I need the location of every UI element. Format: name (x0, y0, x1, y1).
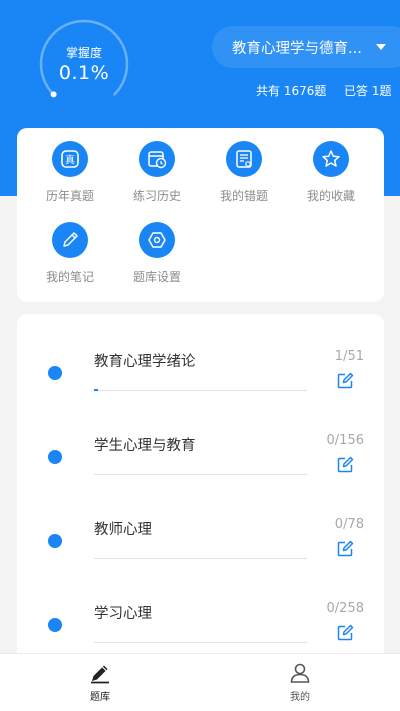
list-item[interactable]: 教育心理学绪论 1/51 (17, 322, 384, 406)
tab-label: 我的 (290, 692, 310, 703)
menu-item-past-exams[interactable]: 真 历年真题 (30, 141, 110, 204)
menu-item-favorites[interactable]: 我的收藏 (291, 141, 371, 204)
svg-text:真: 真 (65, 154, 75, 167)
subject-name: 教育心理学与德育... (232, 40, 362, 57)
chapter-dot (48, 450, 62, 464)
chapter-count: 0/156 (326, 433, 364, 448)
feature-menu-card: 真 历年真题 练习历史 我的错题 我的收藏 我的笔记 题库设置 (17, 128, 384, 302)
answered-questions: 已答 1题 (344, 84, 392, 98)
menu-label: 题库设置 (132, 270, 181, 284)
list-item[interactable]: 教师心理 0/78 (17, 490, 384, 574)
chapter-list: 教育心理学绪论 1/51 学生心理与教育 0/156 教师心理 0/78 学习心… (17, 314, 384, 711)
bottom-tab-bar: 题库 我的 (0, 653, 400, 711)
star-icon (313, 141, 349, 177)
menu-label: 我的错题 (219, 189, 268, 203)
chapter-count: 1/51 (334, 349, 364, 364)
mastery-gauge: 掌握度 0.1% (38, 18, 130, 110)
pencil-icon (52, 222, 88, 258)
menu-label: 我的笔记 (45, 270, 94, 284)
edit-icon[interactable] (336, 624, 354, 642)
menu-item-practice-history[interactable]: 练习历史 (117, 141, 197, 204)
list-item[interactable]: 学习心理 0/258 (17, 574, 384, 658)
chapter-progress-bar (94, 642, 307, 643)
chapter-title: 教师心理 (94, 522, 152, 538)
edit-icon[interactable] (336, 372, 354, 390)
subject-selector[interactable]: 教育心理学与德育... (212, 26, 400, 68)
mastery-gauge-indicator (50, 91, 57, 98)
list-item[interactable]: 学生心理与教育 0/156 (17, 406, 384, 490)
edit-icon[interactable] (336, 456, 354, 474)
menu-item-bank-settings[interactable]: 题库设置 (117, 222, 197, 285)
tab-question-bank[interactable]: 题库 (0, 654, 200, 711)
menu-item-wrong-questions[interactable]: 我的错题 (204, 141, 284, 204)
chapter-count: 0/258 (326, 601, 364, 616)
chapter-title: 学习心理 (94, 606, 152, 622)
tab-mine[interactable]: 我的 (200, 654, 400, 711)
tab-label: 题库 (90, 692, 110, 703)
mastery-value: 0.1% (58, 62, 110, 84)
pencil-icon (91, 665, 109, 684)
chapter-progress-bar (94, 558, 307, 559)
total-questions: 共有 1676题 (256, 84, 327, 98)
calendar-history-icon (139, 141, 175, 177)
chapter-title: 教育心理学绪论 (94, 354, 196, 370)
chapter-dot (48, 366, 62, 380)
wrong-questions-icon (226, 141, 262, 177)
chapter-count: 0/78 (334, 517, 364, 532)
chapter-dot (48, 534, 62, 548)
settings-hexagon-icon (139, 222, 175, 258)
chapter-title: 学生心理与教育 (94, 438, 196, 454)
chapter-progress-bar (94, 474, 307, 475)
menu-label: 历年真题 (45, 189, 94, 203)
edit-icon[interactable] (336, 540, 354, 558)
person-icon (290, 663, 310, 683)
real-exam-icon: 真 (52, 141, 88, 177)
menu-item-notes[interactable]: 我的笔记 (30, 222, 110, 285)
chapter-progress-bar (94, 389, 307, 391)
mastery-label: 掌握度 (65, 46, 102, 60)
menu-label: 我的收藏 (306, 189, 355, 203)
chapter-progress-fill (94, 389, 99, 391)
chapter-dot (48, 618, 62, 632)
chevron-down-icon (376, 44, 386, 50)
menu-label: 练习历史 (132, 189, 181, 203)
